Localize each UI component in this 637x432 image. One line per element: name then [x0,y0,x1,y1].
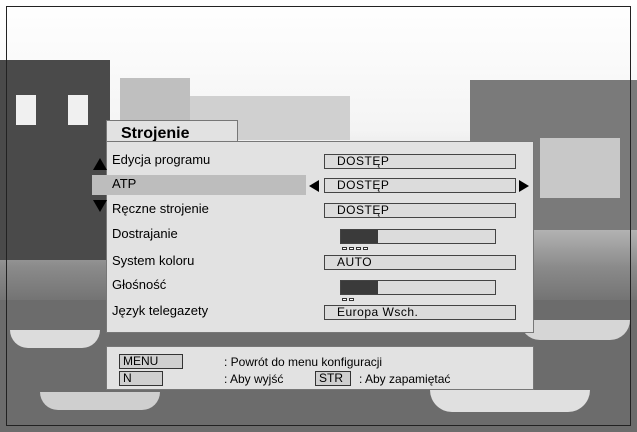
tick-mark [342,298,347,301]
background-boat [520,320,630,340]
tick-mark [349,247,354,250]
menu-key: MENU [119,354,183,369]
menu-row-value[interactable]: DOSTĘP [324,154,516,169]
menu-row-fine-tuning[interactable]: Dostrajanie [92,225,532,251]
tick-mark [349,298,354,301]
menu-row-program-edit[interactable]: Edycja programu DOSTĘP [92,151,532,175]
menu-title: Strojenie [106,120,238,142]
tick-mark [363,247,368,250]
menu-row-label: Dostrajanie [112,226,178,241]
menu-row-atp[interactable]: ATP DOSTĘP [92,175,532,199]
help-bar: MENU : Powrót do menu konfiguracji N : A… [106,346,534,390]
background-boat [40,392,160,410]
str-key: STR [315,371,351,386]
menu-row-color-system[interactable]: System koloru AUTO [92,252,532,276]
menu-row-manual-tuning[interactable]: Ręczne strojenie DOSTĘP [92,200,532,224]
n-key: N [119,371,163,386]
background-building-left-window [68,95,88,125]
n-key-help: : Aby wyjść [224,372,284,386]
menu-row-label: Edycja programu [112,152,211,167]
menu-row-value[interactable]: AUTO [324,255,516,270]
background-boat [10,330,100,348]
background-boat [430,390,590,412]
background-building-left-window [16,95,36,125]
tick-mark [356,247,361,250]
background-building-right-roof [540,138,620,198]
menu-row-label: Język telegazety [112,303,209,318]
menu-row-value[interactable]: Europa Wsch. [324,305,516,320]
volume-slider[interactable] [340,280,496,295]
str-key-help: : Aby zapamiętać [359,372,451,386]
fine-tuning-slider-fill [341,230,378,243]
menu-row-label: ATP [92,175,306,195]
menu-row-volume[interactable]: Głośność [92,276,532,301]
volume-slider-fill [341,281,378,294]
menu-row-value[interactable]: DOSTĘP [324,203,516,218]
fine-tuning-slider[interactable] [340,229,496,244]
tick-mark [342,247,347,250]
fine-tuning-ticks [342,247,368,251]
menu-row-label: Głośność [112,277,167,292]
menu-row-value[interactable]: DOSTĘP [324,178,516,193]
menu-key-help: : Powrót do menu konfiguracji [224,355,383,369]
menu-row-label: System koloru [112,253,195,268]
menu-row-teletext-language[interactable]: Język telegazety Europa Wsch. [92,302,532,326]
menu-row-label: Ręczne strojenie [112,201,209,216]
